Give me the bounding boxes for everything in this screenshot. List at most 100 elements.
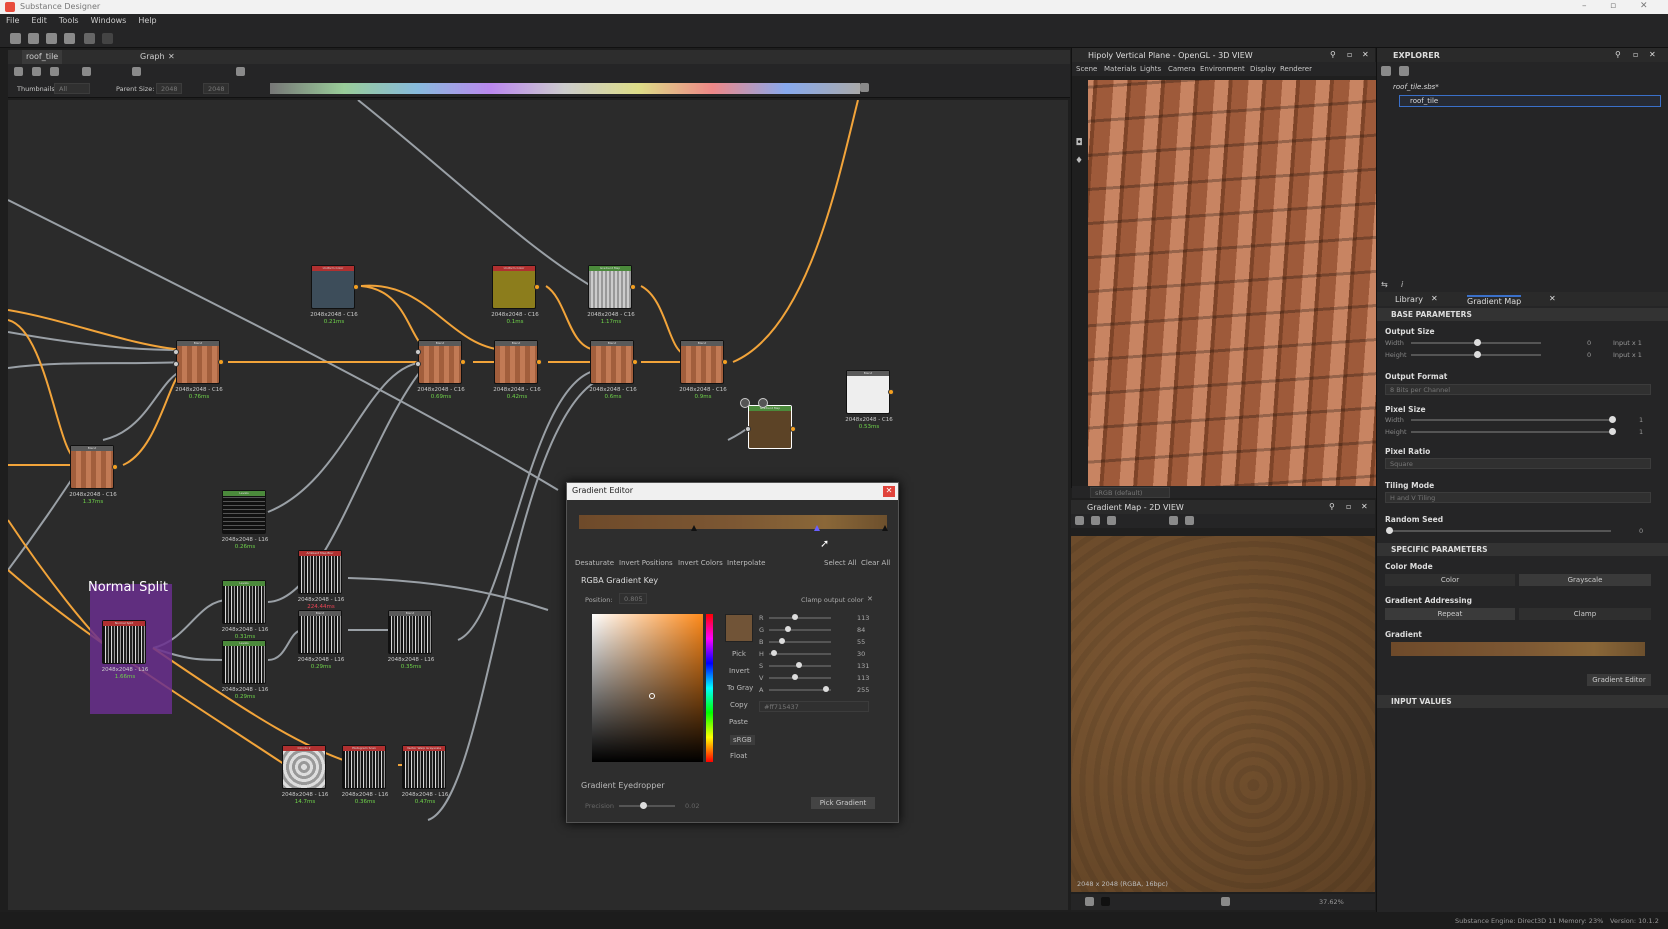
channel-knob[interactable] [792,614,798,620]
invert-positions-button[interactable]: Invert Positions [619,559,673,567]
close-tab-icon[interactable]: ✕ [168,52,175,61]
node-menu-icon[interactable] [740,398,750,408]
output-port[interactable] [534,284,540,290]
interpolate-button[interactable]: Interpolate [727,559,765,567]
output-port[interactable] [632,359,638,365]
tab-roof-tile[interactable]: roof_tile [22,50,63,64]
to-gray-button[interactable]: To Gray [727,684,753,692]
tiling-mode-select[interactable]: H and V Tiling [1385,492,1651,503]
node-options-icon[interactable] [758,398,768,408]
pick-gradient-button[interactable]: Pick Gradient [811,797,875,809]
color-mode-color-button[interactable]: Color [1385,574,1515,586]
light-icon[interactable]: ♦ [1072,156,1086,170]
layout-icon[interactable] [132,67,141,76]
gradient-stop-selected[interactable] [814,525,820,531]
open-icon[interactable] [46,33,57,44]
gradient-bar[interactable] [579,515,887,529]
node-blend-2[interactable]: Blend 2048x2048 - C16 0.69ms [415,340,466,400]
close-tab-icon[interactable]: ✕ [1549,294,1556,303]
menu-file[interactable]: File [0,14,25,27]
channels-icon[interactable] [1085,897,1094,906]
picker-cursor[interactable] [649,693,655,699]
close-window-icon[interactable]: ✕ [1640,1,1648,11]
3d-viewport[interactable] [1088,80,1376,486]
channel-knob[interactable] [779,638,785,644]
base-parameters-section[interactable]: BASE PARAMETERS [1377,308,1668,321]
gradient-stop[interactable] [691,525,697,531]
output-port[interactable] [790,426,796,432]
explorer-graph-row[interactable]: roof_tile [1399,95,1661,107]
channel-slider[interactable] [769,653,831,655]
save-image-icon[interactable] [1091,516,1100,525]
hex-input[interactable]: #ff715437 [759,701,869,712]
input-port[interactable] [745,426,751,432]
histogram-icon[interactable] [1185,516,1194,525]
invert-colors-button[interactable]: Invert Colors [678,559,723,567]
info-icon[interactable]: i [1401,280,1403,289]
pixel-height-slider[interactable] [1411,431,1611,433]
menu-tools[interactable]: Tools [53,14,85,27]
position-input[interactable]: 0.805 [619,593,647,604]
search-icon[interactable] [82,67,91,76]
pixel-width-knob[interactable] [1609,416,1616,423]
float-button[interactable]: Float [730,752,747,760]
info-icon[interactable] [1169,516,1178,525]
color-mode-grayscale-button[interactable]: Grayscale [1519,574,1651,586]
frame-all-icon[interactable] [14,67,23,76]
menu-help[interactable]: Help [132,14,162,27]
menu-materials[interactable]: Materials [1104,65,1136,73]
2d-viewport[interactable]: 2048 x 2048 (RGBA, 16bpc) [1071,536,1375,892]
output-size-select[interactable]: 2048 [203,83,229,94]
output-format-select[interactable]: 8 Bits per Channel [1385,384,1651,395]
input-port[interactable] [415,349,421,355]
channel-slider[interactable] [769,677,831,679]
close-panel-icon[interactable]: ✕ [1361,502,1368,511]
menu-display[interactable]: Display [1250,65,1276,73]
channel-knob[interactable] [796,662,802,668]
channel-slider[interactable] [769,617,831,619]
node-gradient-map-1[interactable]: Gradient Map 2048x2048 - C16 1.17ms [587,265,636,325]
pick-button[interactable]: Pick [732,650,746,658]
channel-slider[interactable] [769,629,831,631]
output-port[interactable] [460,359,466,365]
output-port[interactable] [722,359,728,365]
output-port[interactable] [630,284,636,290]
save-icon[interactable] [64,33,75,44]
tab-library[interactable]: Library [1395,295,1423,304]
maximize-icon[interactable]: ▫ [1610,1,1616,11]
output-port[interactable] [112,464,118,470]
channel-knob[interactable] [823,686,829,692]
output-port[interactable] [536,359,542,365]
invert-button[interactable]: Invert [729,667,750,675]
atomic-nodes-toolbar[interactable] [270,83,860,94]
node-blend-4[interactable]: Blend 2048x2048 - C16 0.6ms [589,340,638,400]
width-input-x1[interactable]: Input x 1 [1613,339,1642,347]
saturation-value-picker[interactable] [592,614,703,762]
close-panel-icon[interactable]: ✕ [1362,50,1369,59]
fit-icon[interactable] [32,67,41,76]
pin-icon[interactable]: ⚲ [1330,50,1336,59]
node-blend-8[interactable]: Blend 2048x2048 - L16 0.29ms [298,610,344,670]
addressing-clamp-button[interactable]: Clamp [1519,608,1651,620]
height-knob[interactable] [1474,351,1481,358]
pin-icon[interactable]: ⚲ [1329,502,1335,511]
channel-knob[interactable] [771,650,777,656]
output-port[interactable] [218,359,224,365]
desaturate-button[interactable]: Desaturate [575,559,614,567]
tiling-icon[interactable] [1221,897,1230,906]
node-normal-split[interactable]: Normal Split 2048x2048 - L16 1.66ms [102,620,148,680]
new-graph-icon[interactable] [1399,66,1409,76]
node-ambient-map-blur[interactable]: Ambient Map Blur 2048x2048 - L16 224.44ms [298,550,344,610]
channel-slider[interactable] [769,689,831,691]
node-clouds-2[interactable]: Clouds 2 2048x2048 - L16 14.7ms [282,745,328,805]
input-port[interactable] [173,361,179,367]
output-port[interactable] [888,389,894,395]
channel-knob[interactable] [785,626,791,632]
node-blend-9[interactable]: Blend 2048x2048 - L16 0.35ms [388,610,434,670]
node-blend-7[interactable]: Blend 2048x2048 - C16 1.37ms [69,445,118,505]
addressing-repeat-button[interactable]: Repeat [1385,608,1515,620]
graph-canvas[interactable]: Uniform Color 2048x2048 - C16 0.21ms Unif… [8,100,1068,910]
parent-size-select[interactable]: 2048 [156,83,182,94]
minimize-icon[interactable]: – [1582,1,1587,11]
clear-all-button[interactable]: Clear All [861,559,890,567]
